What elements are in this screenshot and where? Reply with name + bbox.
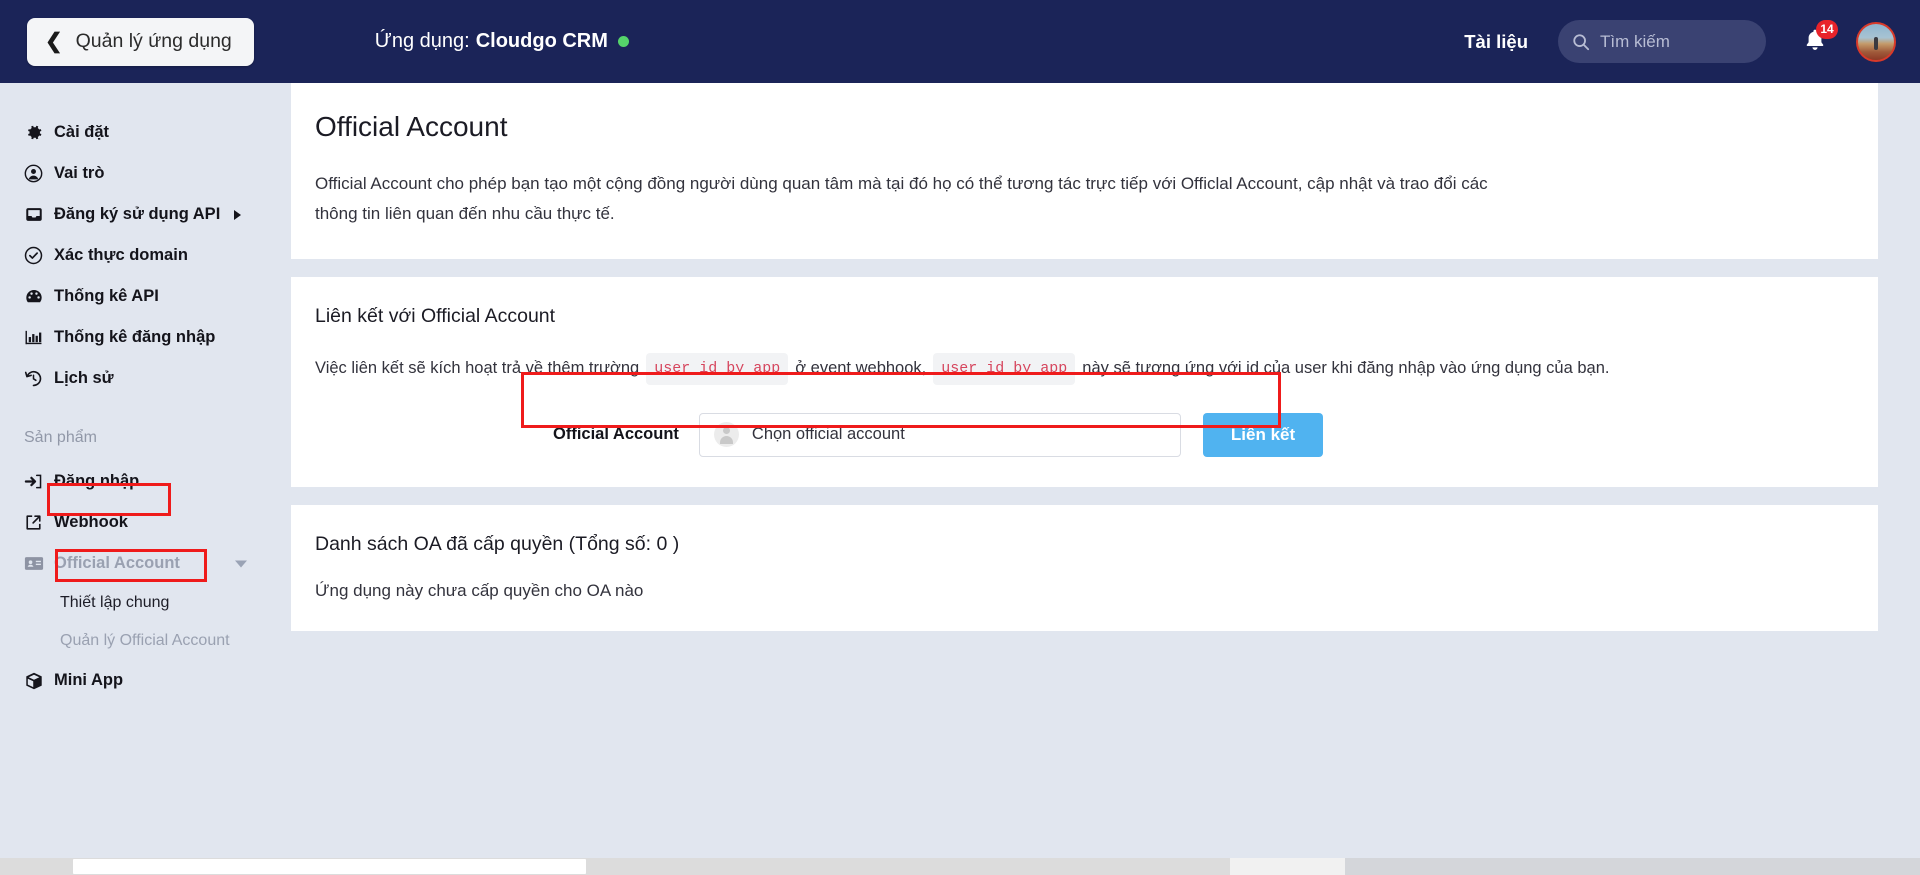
sidebar-item-cai-dat[interactable]: Cài đặt <box>0 112 289 153</box>
sidebar-subitem-quan-ly-official-account[interactable]: Quản lý Official Account <box>0 622 289 660</box>
sidebar-item-label: Đăng ký sử dụng API <box>54 205 221 223</box>
sidebar-item-label: Xác thực domain <box>54 246 188 264</box>
link-card-title: Liên kết với Official Account <box>315 304 556 327</box>
app-title-prefix: Ứng dụng: <box>374 30 470 52</box>
sidebar-item-label: Thống kê đăng nhập <box>54 328 216 346</box>
avatar-figure <box>1874 36 1878 50</box>
sidebar-item-official-account[interactable]: Official Account <box>0 543 289 584</box>
search-placeholder: Tìm kiếm <box>1600 31 1670 51</box>
horizontal-scrollbar[interactable] <box>0 858 1920 875</box>
external-link-icon <box>24 513 54 532</box>
sidebar-item-dang-nhap[interactable]: Đăng nhập <box>0 461 289 502</box>
check-circle-icon <box>24 246 54 265</box>
sidebar-section-label: Sản phẩm <box>24 429 97 446</box>
inbox-icon <box>24 205 54 224</box>
code-token-user-id-by-app-1: user_id_by_app <box>646 352 789 385</box>
sidebar-item-xac-thuc-domain[interactable]: Xác thực domain <box>0 235 289 276</box>
avatar[interactable] <box>1856 21 1896 62</box>
sentence-part-3: này sẽ tương ứng với id của user khi đăn… <box>1082 359 1610 378</box>
sidebar-item-vai-tro[interactable]: Vai trò <box>0 153 289 194</box>
sidebar-item-label: Đăng nhập <box>54 472 140 490</box>
sidebar-item-label: Lịch sử <box>54 369 114 387</box>
cube-icon <box>24 671 54 691</box>
oa-link-form-row: Official Account Chọn official account L… <box>315 412 1854 457</box>
sentence-part-1: Việc liên kết sẽ kích hoạt trả về thêm t… <box>315 359 640 378</box>
speedometer-icon <box>24 287 54 306</box>
gear-icon <box>24 123 54 142</box>
link-button[interactable]: Liên kết <box>1202 412 1324 457</box>
code-token-user-id-by-app-2: user_id_by_app <box>933 352 1076 385</box>
sidebar-item-mini-app[interactable]: Mini App <box>0 660 289 701</box>
sidebar-item-lich-su[interactable]: Lịch sử <box>0 358 289 399</box>
sidebar-item-webhook[interactable]: Webhook <box>0 502 289 543</box>
chevron-down-icon[interactable] <box>235 560 247 567</box>
sidebar-item-label: Cài đặt <box>54 123 110 141</box>
notification-badge: 14 <box>1816 19 1838 39</box>
documentation-link[interactable]: Tài liệu <box>1464 31 1528 53</box>
sidebar-subitem-label: Thiết lập chung <box>60 594 170 611</box>
chevron-right-icon <box>234 209 241 220</box>
back-to-app-management-button[interactable]: ❮ Quản lý ứng dụng <box>27 17 254 66</box>
sidebar-item-thong-ke-dang-nhap[interactable]: Thống kê đăng nhập <box>0 317 289 358</box>
empty-state-message: Ứng dụng này chưa cấp quyền cho OA nào <box>315 580 644 600</box>
link-card-sentence: Việc liên kết sẽ kích hoạt trả về thêm t… <box>315 352 1854 385</box>
bar-chart-icon <box>24 328 54 347</box>
list-card-title: Danh sách OA đã cấp quyền (Tổng số: 0 ) <box>315 532 680 555</box>
app-root: ❮ Quản lý ứng dụng Ứng dụng: Cloudgo CRM… <box>0 0 1920 875</box>
sentence-part-2: ở event webhook, <box>795 359 927 378</box>
authorized-oa-list-card: Danh sách OA đã cấp quyền (Tổng số: 0 ) … <box>291 504 1878 631</box>
main-content: Official Account Official Account cho ph… <box>289 83 1920 875</box>
link-oa-card: Liên kết với Official Account Việc liên … <box>291 276 1878 487</box>
history-icon <box>24 369 54 388</box>
scrollbar-track-segment <box>1345 858 1920 875</box>
page-title: Official Account <box>315 111 508 142</box>
header-right-group: Tài liệu Tìm kiếm 14 <box>1464 19 1920 63</box>
sidebar-item-label: Mini App <box>54 671 124 689</box>
chevron-left-icon: ❮ <box>45 30 63 53</box>
sidebar-item-dang-ky-su-dung-api[interactable]: Đăng ký sử dụng API <box>0 194 289 235</box>
sidebar: Cài đặt Vai trò Đăng ký sử dụng API Xác … <box>0 83 289 875</box>
user-circle-icon <box>24 164 54 183</box>
sidebar-subitem-thiet-lap-chung[interactable]: Thiết lập chung <box>0 584 289 622</box>
sidebar-subitem-label: Quản lý Official Account <box>60 632 230 649</box>
notifications-button[interactable]: 14 <box>1802 19 1838 57</box>
official-account-select[interactable]: Chọn official account <box>698 412 1181 457</box>
select-placeholder: Chọn official account <box>751 425 905 443</box>
app-title-name: Cloudgo CRM <box>475 30 608 52</box>
app-status-dot-icon <box>617 36 629 47</box>
sidebar-item-thong-ke-api[interactable]: Thống kê API <box>0 276 289 317</box>
back-button-label: Quản lý ứng dụng <box>75 30 232 52</box>
scrollbar-track-segment <box>1230 858 1345 875</box>
sidebar-item-label: Official Account <box>54 554 180 572</box>
top-header: ❮ Quản lý ứng dụng Ứng dụng: Cloudgo CRM… <box>0 0 1920 83</box>
search-icon <box>1572 33 1590 51</box>
scrollbar-thumb[interactable] <box>73 859 586 874</box>
user-avatar-placeholder-icon <box>713 422 739 447</box>
sidebar-item-label: Thống kê API <box>54 287 159 305</box>
current-app-title: Ứng dụng: Cloudgo CRM <box>375 30 629 53</box>
id-card-icon <box>24 555 54 572</box>
intro-card: Official Account Official Account cho ph… <box>291 83 1878 259</box>
sidebar-item-label: Webhook <box>54 513 128 531</box>
sidebar-item-label: Vai trò <box>54 164 105 182</box>
login-icon <box>24 472 54 491</box>
oa-field-label: Official Account <box>553 425 679 443</box>
search-input[interactable]: Tìm kiếm <box>1558 20 1766 63</box>
page-description: Official Account cho phép bạn tạo một cộ… <box>315 174 1488 223</box>
